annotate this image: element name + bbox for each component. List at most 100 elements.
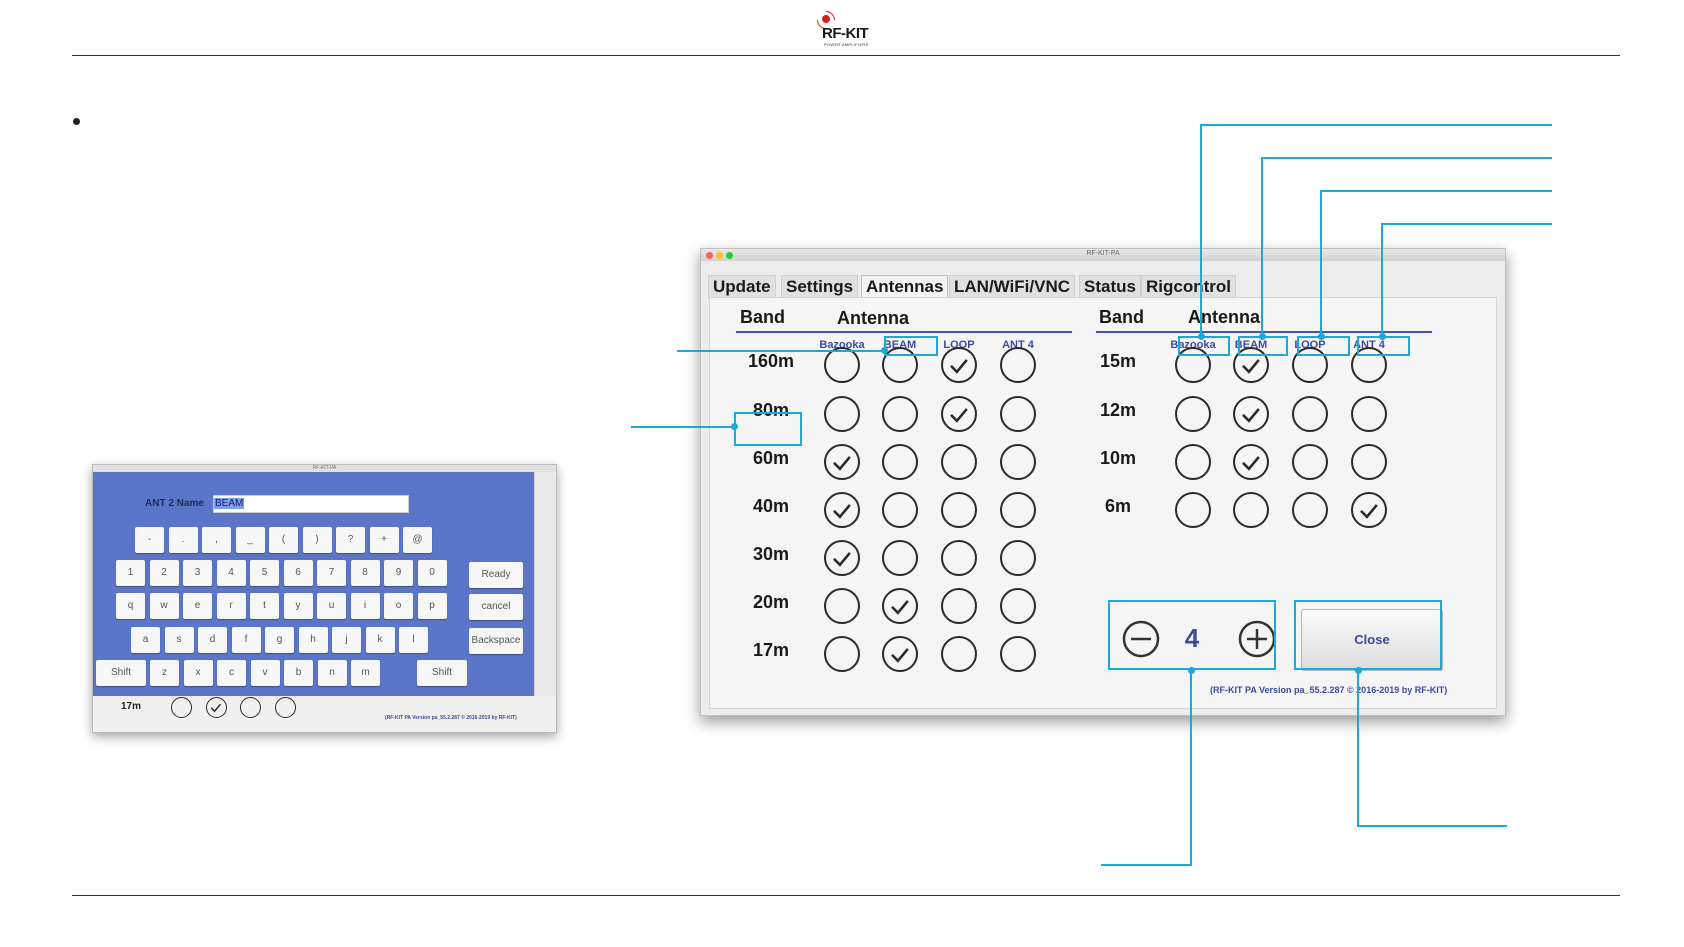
key-b[interactable]: b bbox=[284, 660, 313, 686]
key-e[interactable]: e bbox=[183, 593, 212, 619]
key-3[interactable]: 3 bbox=[183, 560, 212, 586]
antenna-check-20m-1[interactable] bbox=[882, 588, 918, 624]
key-4[interactable]: 4 bbox=[216, 560, 246, 586]
antenna-check-17m-1[interactable] bbox=[882, 636, 918, 672]
antenna-check-60m-3[interactable] bbox=[1000, 444, 1036, 480]
key-i[interactable]: i bbox=[350, 593, 380, 619]
key-m[interactable]: m bbox=[351, 660, 380, 686]
key-y[interactable]: y bbox=[283, 593, 313, 619]
antenna-check-17m-0[interactable] bbox=[824, 636, 860, 672]
antenna-check-160m-3[interactable] bbox=[1000, 347, 1036, 383]
key-l[interactable]: l bbox=[399, 627, 428, 653]
key-v[interactable]: v bbox=[250, 660, 280, 686]
keyboard-scrollbar[interactable] bbox=[534, 472, 556, 696]
key-symbol-0[interactable]: - bbox=[135, 527, 164, 553]
key-s[interactable]: s bbox=[164, 627, 194, 653]
key-g[interactable]: g bbox=[265, 627, 294, 653]
antenna-check-10m-3[interactable] bbox=[1351, 444, 1387, 480]
antenna-check-20m-0[interactable] bbox=[824, 588, 860, 624]
key-symbol-5[interactable]: ) bbox=[302, 527, 332, 553]
key-6[interactable]: 6 bbox=[283, 560, 313, 586]
ready-key[interactable]: Ready bbox=[469, 562, 523, 588]
antenna-check-6m-3[interactable] bbox=[1351, 492, 1387, 528]
antenna-check-160m-2[interactable] bbox=[941, 347, 977, 383]
key-r[interactable]: r bbox=[216, 593, 246, 619]
tab-update[interactable]: Update bbox=[708, 275, 776, 299]
key-q[interactable]: q bbox=[116, 593, 145, 619]
key-u[interactable]: u bbox=[317, 593, 346, 619]
left-shift-key[interactable]: Shift bbox=[96, 660, 146, 686]
cancel-key[interactable]: cancel bbox=[469, 594, 523, 620]
key-symbol-2[interactable]: , bbox=[202, 527, 231, 553]
antenna-check-17m-3[interactable] bbox=[1000, 636, 1036, 672]
key-0[interactable]: 0 bbox=[417, 560, 447, 586]
key-9[interactable]: 9 bbox=[384, 560, 413, 586]
key-symbol-4[interactable]: ( bbox=[269, 527, 298, 553]
antenna-check-30m-3[interactable] bbox=[1000, 540, 1036, 576]
antenna-check-6m-0[interactable] bbox=[1175, 492, 1211, 528]
key-w[interactable]: w bbox=[149, 593, 179, 619]
right-shift-key[interactable]: Shift bbox=[417, 660, 467, 686]
antenna-check-12m-0[interactable] bbox=[1175, 396, 1211, 432]
antenna-check-40m-3[interactable] bbox=[1000, 492, 1036, 528]
key-5[interactable]: 5 bbox=[250, 560, 279, 586]
antenna-check-40m-0[interactable] bbox=[824, 492, 860, 528]
key-2[interactable]: 2 bbox=[149, 560, 179, 586]
key-z[interactable]: z bbox=[150, 660, 179, 686]
key-1[interactable]: 1 bbox=[116, 560, 145, 586]
antenna-check-60m-1[interactable] bbox=[882, 444, 918, 480]
antenna-check-17m-2[interactable] bbox=[941, 636, 977, 672]
key-n[interactable]: n bbox=[317, 660, 347, 686]
antenna-check-60m-0[interactable] bbox=[824, 444, 860, 480]
antenna-check-80m-3[interactable] bbox=[1000, 396, 1036, 432]
antenna-check-12m-1[interactable] bbox=[1233, 396, 1269, 432]
key-8[interactable]: 8 bbox=[350, 560, 380, 586]
key-h[interactable]: h bbox=[298, 627, 328, 653]
key-symbol-1[interactable]: . bbox=[168, 527, 198, 553]
antenna-check-12m-2[interactable] bbox=[1292, 396, 1328, 432]
antenna-check-30m-2[interactable] bbox=[941, 540, 977, 576]
antenna-check-6m-1[interactable] bbox=[1233, 492, 1269, 528]
key-j[interactable]: j bbox=[332, 627, 361, 653]
key-f[interactable]: f bbox=[231, 627, 261, 653]
key-symbol-7[interactable]: + bbox=[369, 527, 399, 553]
key-symbol-6[interactable]: ? bbox=[336, 527, 365, 553]
tab-rigcontrol[interactable]: Rigcontrol bbox=[1141, 275, 1236, 299]
tab-antennas[interactable]: Antennas bbox=[861, 275, 949, 299]
kw-check-17m-3[interactable] bbox=[274, 697, 296, 718]
antenna-check-40m-2[interactable] bbox=[941, 492, 977, 528]
tab-settings[interactable]: Settings bbox=[781, 275, 859, 299]
antenna-check-12m-3[interactable] bbox=[1351, 396, 1387, 432]
key-x[interactable]: x bbox=[183, 660, 213, 686]
antenna-check-20m-3[interactable] bbox=[1000, 588, 1036, 624]
key-c[interactable]: c bbox=[217, 660, 246, 686]
antenna-check-60m-2[interactable] bbox=[941, 444, 977, 480]
kw-check-17m-1[interactable] bbox=[205, 697, 227, 718]
antenna-check-10m-2[interactable] bbox=[1292, 444, 1328, 480]
key-t[interactable]: t bbox=[250, 593, 279, 619]
tab-lan-wifi-vnc[interactable]: LAN/WiFi/VNC bbox=[949, 275, 1076, 299]
key-a[interactable]: a bbox=[131, 627, 160, 653]
antenna-check-30m-0[interactable] bbox=[824, 540, 860, 576]
key-k[interactable]: k bbox=[365, 627, 395, 653]
key-d[interactable]: d bbox=[198, 627, 227, 653]
antenna-check-20m-2[interactable] bbox=[941, 588, 977, 624]
key-7[interactable]: 7 bbox=[317, 560, 346, 586]
kw-check-17m-0[interactable] bbox=[171, 697, 192, 718]
backspace-key[interactable]: Backspace bbox=[469, 628, 523, 654]
antenna-check-40m-1[interactable] bbox=[882, 492, 918, 528]
key-o[interactable]: o bbox=[384, 593, 413, 619]
antenna-check-30m-1[interactable] bbox=[882, 540, 918, 576]
tab-status[interactable]: Status bbox=[1079, 275, 1141, 299]
antenna-check-10m-1[interactable] bbox=[1233, 444, 1269, 480]
key-symbol-3[interactable]: _ bbox=[235, 527, 265, 553]
antenna-check-80m-1[interactable] bbox=[882, 396, 918, 432]
antenna-check-80m-2[interactable] bbox=[941, 396, 977, 432]
ant-name-input[interactable]: BEAM bbox=[213, 495, 409, 513]
key-p[interactable]: p bbox=[417, 593, 447, 619]
key-symbol-8[interactable]: @ bbox=[403, 527, 432, 553]
antenna-check-10m-0[interactable] bbox=[1175, 444, 1211, 480]
antenna-check-160m-0[interactable] bbox=[824, 347, 860, 383]
antenna-check-80m-0[interactable] bbox=[824, 396, 860, 432]
antenna-check-6m-2[interactable] bbox=[1292, 492, 1328, 528]
